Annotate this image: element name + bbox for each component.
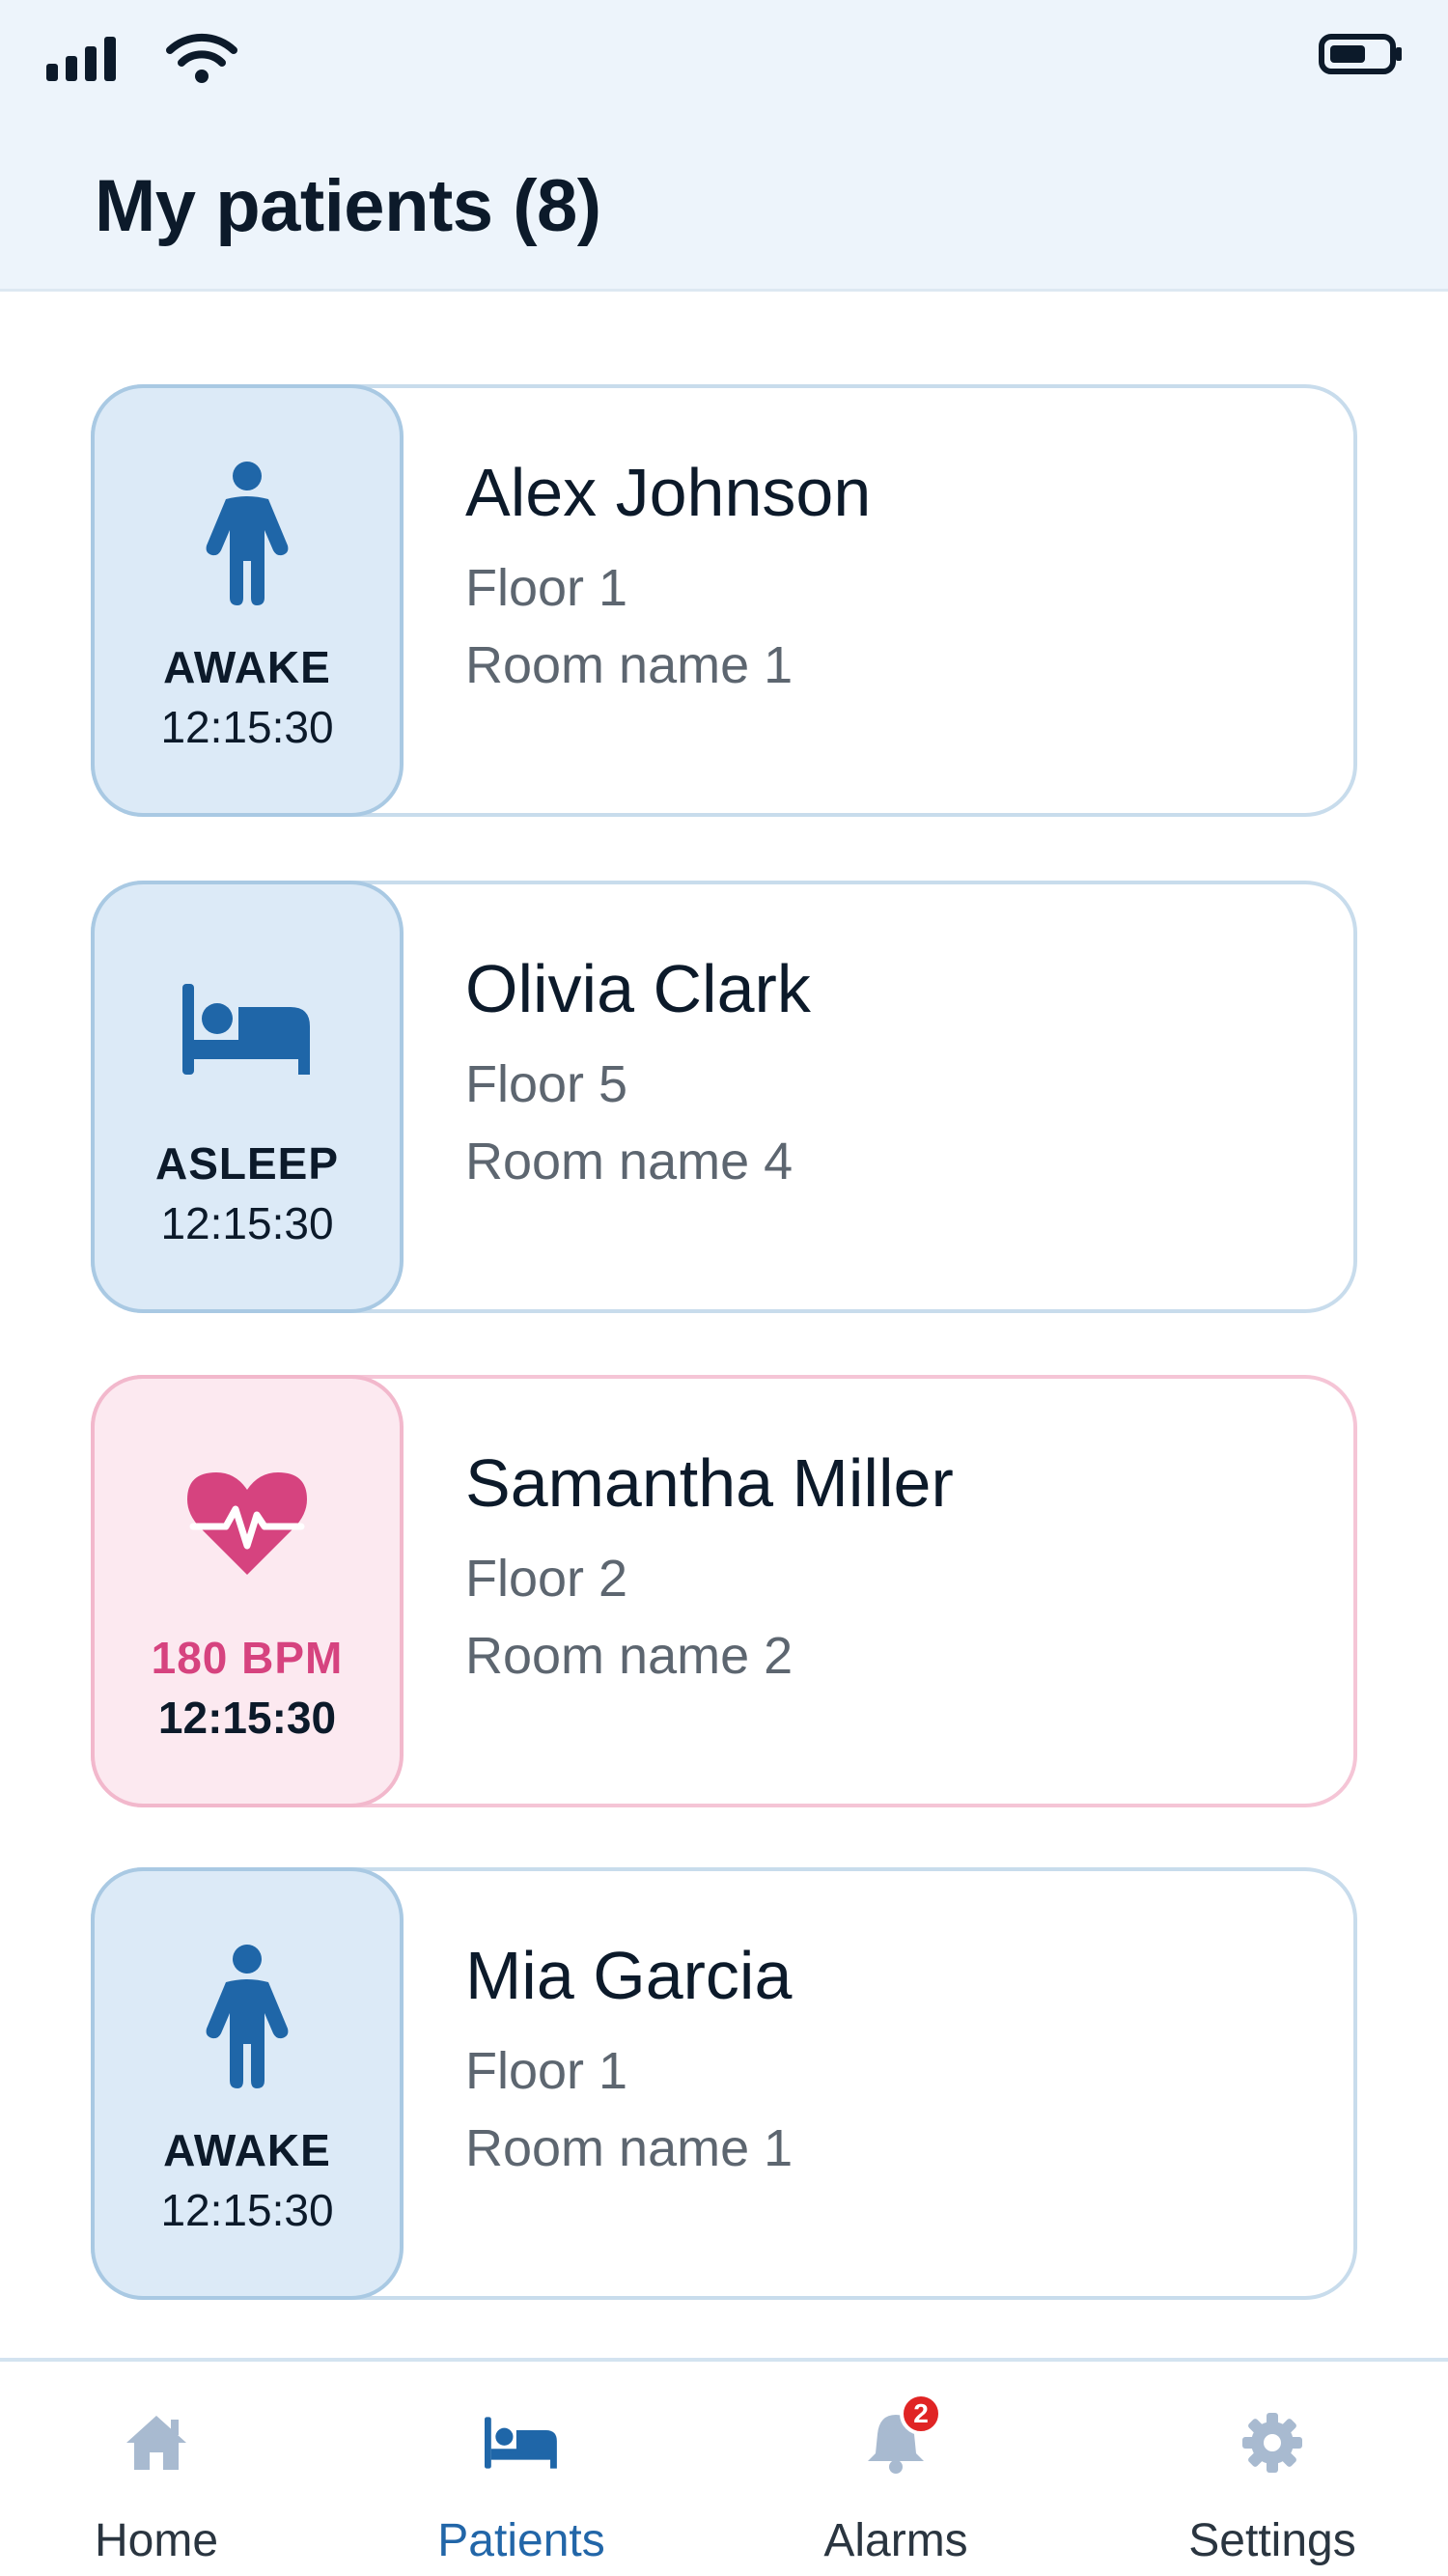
patients-screen: My patients (8) AWAKE 12:15:30 Alex John… [0, 0, 1448, 2576]
patient-card[interactable]: AWAKE 12:15:30 Alex Johnson Floor 1 Room… [91, 384, 1357, 817]
patient-name: Mia Garcia [465, 1938, 793, 2013]
bed-icon [182, 984, 310, 1075]
status-label: AWAKE [163, 2125, 331, 2175]
patient-name: Alex Johnson [465, 455, 872, 530]
status-time: 12:15:30 [160, 1198, 334, 1248]
patient-card[interactable]: ASLEEP 12:15:30 Olivia Clark Floor 5 Roo… [91, 881, 1357, 1313]
bed-icon [485, 2417, 557, 2469]
nav-item-patients[interactable]: Patients [367, 2362, 676, 2576]
patient-floor: Floor 5 [465, 1055, 628, 1113]
patient-name: Olivia Clark [465, 951, 811, 1026]
nav-label: Patients [437, 2515, 605, 2566]
patient-floor: Floor 1 [465, 2042, 628, 2100]
status-tile: AWAKE 12:15:30 [91, 1867, 404, 2300]
patient-floor: Floor 2 [465, 1550, 628, 1608]
wifi-icon [166, 33, 237, 83]
patient-room: Room name 1 [465, 2119, 794, 2177]
nav-label: Settings [1188, 2515, 1356, 2566]
person-icon [206, 462, 289, 605]
bottom-nav: Home Patients Alarms 2 Settings [0, 2358, 1448, 2576]
header: My patients (8) [0, 0, 1448, 292]
nav-label: Home [94, 2515, 219, 2566]
page-title: My patients (8) [95, 165, 601, 247]
battery-icon [1319, 34, 1402, 74]
cellular-signal-icon [46, 37, 116, 81]
patient-list: AWAKE 12:15:30 Alex Johnson Floor 1 Room… [0, 292, 1448, 2358]
status-time: 12:15:30 [157, 1693, 337, 1743]
status-time: 12:15:30 [160, 2185, 334, 2235]
home-icon [126, 2416, 186, 2470]
person-icon [206, 1945, 289, 2088]
nav-item-alarms[interactable]: Alarms [741, 2362, 1050, 2576]
patient-card[interactable]: AWAKE 12:15:30 Mia Garcia Floor 1 Room n… [91, 1867, 1357, 2300]
patient-card[interactable]: 180 BPM 12:15:30 Samantha Miller Floor 2… [91, 1375, 1357, 1807]
patient-name: Samantha Miller [465, 1445, 954, 1521]
status-bar [0, 0, 1448, 116]
patient-floor: Floor 1 [465, 559, 628, 617]
heart-pulse-icon [187, 1472, 307, 1575]
status-label: ASLEEP [154, 1138, 340, 1189]
nav-label: Alarms [823, 2515, 968, 2566]
patient-room: Room name 2 [465, 1627, 794, 1685]
patient-room: Room name 4 [465, 1133, 794, 1190]
status-label: AWAKE [163, 642, 331, 692]
nav-item-settings[interactable]: Settings [1118, 2362, 1427, 2576]
alarm-count-badge: 2 [900, 2393, 942, 2435]
nav-item-home[interactable]: Home [2, 2362, 311, 2576]
status-tile: 180 BPM 12:15:30 [91, 1375, 404, 1807]
patient-room: Room name 1 [465, 636, 794, 694]
gear-icon [1242, 2413, 1302, 2473]
status-label: 180 BPM [151, 1633, 344, 1683]
status-tile: AWAKE 12:15:30 [91, 384, 404, 817]
status-tile: ASLEEP 12:15:30 [91, 881, 404, 1313]
status-time: 12:15:30 [160, 702, 334, 752]
